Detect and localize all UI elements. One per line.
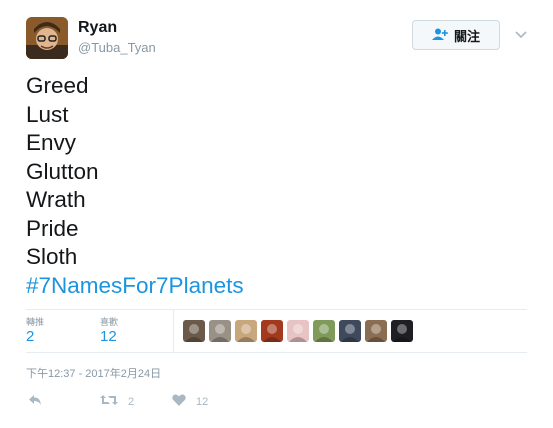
likes-count[interactable]: 12 [100, 328, 117, 345]
retweet-icon [100, 394, 118, 409]
user-handle[interactable]: @Tuba_Tyan [78, 40, 156, 55]
retweet-count: 2 [128, 395, 135, 408]
liker-avatar-3[interactable] [235, 320, 257, 342]
retweets-label: 轉推 [26, 317, 45, 327]
liker-avatars [183, 320, 413, 342]
liker-avatar-2[interactable] [209, 320, 231, 342]
follow-button-label: 關注 [453, 28, 480, 44]
liker-avatar-8[interactable] [365, 320, 387, 342]
like-count: 12 [196, 395, 209, 408]
reply-button[interactable] [28, 394, 42, 409]
tweet-line: Envy [26, 130, 77, 155]
reply-icon [28, 394, 42, 409]
tweet-text: Greed Lust Envy Glutton Wrath Pride Slot… [26, 72, 244, 300]
tweet-line: Glutton [26, 158, 99, 184]
tweet-line: Pride [26, 215, 79, 241]
tweet-line: Greed [26, 73, 89, 98]
follow-button[interactable]: 關注 [412, 20, 500, 50]
divider [26, 309, 527, 310]
tweet-line: Lust [26, 101, 69, 127]
liker-avatar-7[interactable] [339, 320, 361, 342]
retweet-button[interactable]: 2 [100, 394, 134, 409]
divider [26, 352, 527, 353]
add-user-icon [431, 28, 448, 43]
hashtag-link[interactable]: #7NamesFor7Planets [26, 272, 244, 301]
liker-avatar-4[interactable] [261, 320, 283, 342]
retweets-count[interactable]: 2 [26, 328, 34, 345]
liker-avatar-6[interactable] [313, 320, 335, 342]
chevron-down-icon[interactable] [514, 27, 528, 41]
avatar[interactable] [26, 17, 68, 59]
liker-avatar-9[interactable] [391, 320, 413, 342]
liker-avatar-1[interactable] [183, 320, 205, 342]
tweet-line: Wrath [26, 187, 86, 212]
heart-icon [172, 394, 186, 409]
likes-label: 喜歡 [100, 317, 119, 327]
user-name[interactable]: Ryan [78, 19, 117, 37]
tweet-line: Sloth [26, 244, 78, 269]
liker-avatar-5[interactable] [287, 320, 309, 342]
timestamp[interactable]: 下午12:37 - 2017年2月24日 [26, 365, 161, 381]
like-button[interactable]: 12 [172, 394, 208, 409]
stats-separator [173, 310, 174, 352]
